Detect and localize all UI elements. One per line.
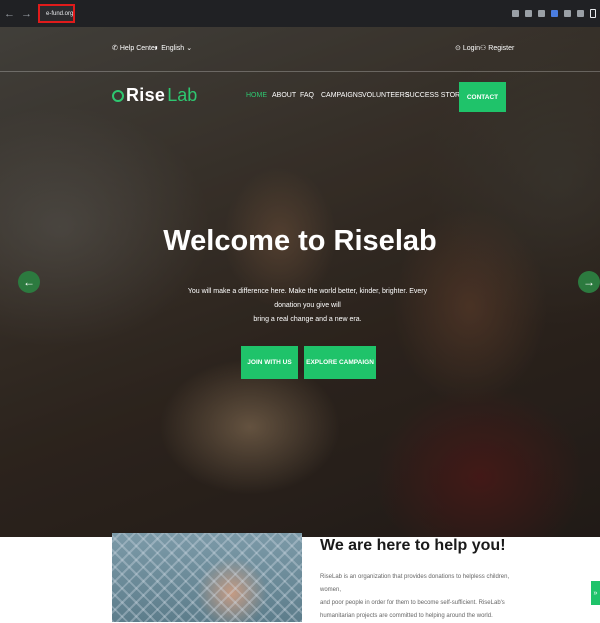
nav-success-story[interactable]: SUCCESS STORY	[405, 92, 465, 99]
hero-overlay	[0, 27, 600, 537]
extension-icon[interactable]	[551, 10, 558, 17]
hero-title: Welcome to Riselab	[163, 225, 437, 257]
contact-button[interactable]: CONTACT	[459, 82, 506, 112]
explore-campaign-button[interactable]: EXPLORE CAMPAIGN	[304, 346, 376, 379]
forward-icon[interactable]: →	[21, 8, 32, 20]
address-bar[interactable]: e-fund.org	[38, 4, 75, 23]
nav-home[interactable]: HOME	[246, 92, 267, 99]
window-icon[interactable]	[590, 9, 596, 18]
share-icon[interactable]	[512, 10, 519, 17]
globe-icon: ◐	[155, 44, 160, 52]
login-icon: ⊙	[455, 45, 461, 52]
logo-rise-text: Rise	[126, 85, 166, 105]
hero-subtitle-line2: bring a real change and a new era.	[253, 316, 362, 323]
url-text: e-fund.org	[46, 10, 74, 17]
language-select[interactable]: ◐ English ⌄	[155, 44, 193, 53]
browser-actions	[512, 9, 596, 18]
about-text-line1: RiseLab is an organization that provides…	[320, 574, 510, 593]
slider-next-icon[interactable]: →	[578, 271, 600, 293]
logo-lab-text: Lab	[167, 85, 198, 105]
hero-section: ✆ Help Center ◐ English ⌄ ⊙ Login ⚇ Regi…	[0, 27, 600, 537]
chevron-down-icon: ⌄	[186, 45, 193, 52]
help-center-label: Help Center	[119, 44, 158, 52]
headset-icon: ✆	[112, 45, 118, 52]
back-icon[interactable]: ←	[4, 8, 15, 20]
scroll-top-icon[interactable]: »	[591, 581, 600, 605]
nav-campaigns[interactable]: CAMPAIGNS	[321, 92, 363, 99]
browser-nav: ← → C	[4, 8, 46, 20]
nav-about[interactable]: ABOUT	[272, 92, 296, 99]
about-text: RiseLab is an organization that provides…	[320, 571, 520, 623]
puzzle-icon[interactable]	[577, 10, 584, 17]
hero-subtitle-line1: You will make a difference here. Make th…	[187, 288, 428, 309]
about-title: We are here to help you!	[320, 537, 506, 554]
shield-icon[interactable]	[538, 10, 545, 17]
star-icon[interactable]	[525, 10, 532, 17]
logo-leaf-icon	[112, 89, 124, 102]
language-label: English	[161, 44, 185, 52]
about-image	[112, 533, 302, 622]
browser-toolbar: ← → C e-fund.org	[0, 0, 600, 27]
hero-subtitle: You will make a difference here. Make th…	[175, 285, 440, 327]
about-text-line3: humanitarian projects are committed to h…	[320, 613, 493, 619]
header-divider	[0, 71, 600, 72]
nav-faq[interactable]: FAQ	[300, 92, 314, 99]
mail-icon[interactable]	[564, 10, 571, 17]
site-logo[interactable]: Rise Lab	[112, 85, 197, 106]
register-label: Register	[488, 44, 515, 52]
join-with-us-button[interactable]: JOIN WITH US	[241, 346, 298, 379]
user-plus-icon: ⚇	[480, 45, 487, 52]
topbar: ✆ Help Center ◐ English ⌄ ⊙ Login ⚇ Regi…	[0, 41, 600, 59]
login-label: Login	[462, 44, 481, 52]
about-text-line2: and poor people in order for them to bec…	[320, 600, 505, 606]
nav-volunteers[interactable]: VOLUNTEERS	[362, 92, 409, 99]
slider-prev-icon[interactable]: ←	[18, 271, 40, 293]
help-center-link[interactable]: ✆ Help Center	[112, 44, 158, 53]
register-link[interactable]: ⚇ Register	[480, 44, 515, 53]
login-link[interactable]: ⊙ Login	[455, 44, 481, 53]
